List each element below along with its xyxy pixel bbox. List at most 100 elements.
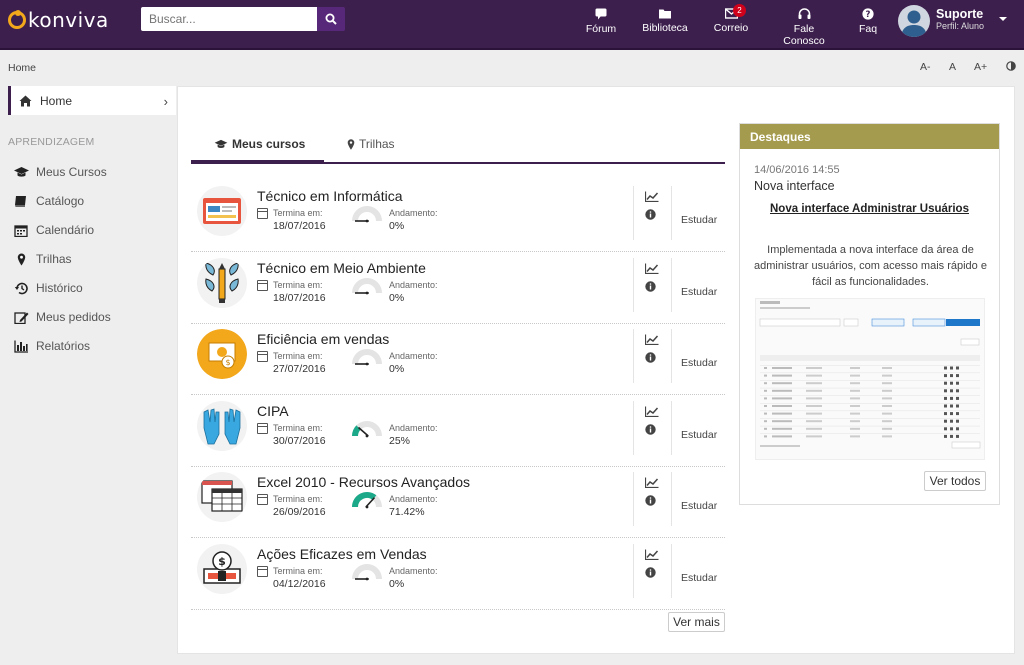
info-icon[interactable] bbox=[645, 280, 656, 295]
highlight-link[interactable]: Nova interface Administrar Usuários bbox=[740, 203, 999, 215]
estudar-button[interactable]: Estudar bbox=[681, 214, 717, 226]
bar-chart-icon bbox=[14, 340, 28, 353]
sidebar-item-relatorios[interactable]: Relatórios bbox=[14, 339, 90, 353]
user-menu-caret-icon[interactable] bbox=[999, 17, 1007, 21]
sidebar-home-label: Home bbox=[40, 93, 73, 108]
nav-correio-label: Correio bbox=[713, 22, 749, 34]
avatar[interactable] bbox=[898, 5, 930, 37]
course-row[interactable]: $ Eficiência em vendas Termina em: 27/07… bbox=[191, 323, 725, 395]
breadcrumb[interactable]: Home bbox=[8, 62, 36, 74]
course-row[interactable]: Técnico em Meio Ambiente Termina em: 18/… bbox=[191, 252, 725, 324]
sidebar-item-meus-cursos[interactable]: Meus Cursos bbox=[14, 165, 107, 179]
nav-correio[interactable]: 2 Correio bbox=[712, 4, 750, 34]
end-date-label: Termina em: bbox=[273, 494, 323, 504]
font-reset-button[interactable]: A bbox=[949, 61, 956, 73]
question-circle-icon: ? bbox=[862, 8, 874, 20]
estudar-button[interactable]: Estudar bbox=[681, 500, 717, 512]
ver-mais-button[interactable]: Ver mais bbox=[668, 612, 725, 632]
course-thumbnail[interactable] bbox=[197, 186, 247, 236]
sidebar-item-label: Meus pedidos bbox=[36, 310, 111, 324]
tab-label: Trilhas bbox=[359, 137, 395, 151]
progress-label: Andamento: bbox=[389, 208, 438, 218]
progress-label: Andamento: bbox=[389, 279, 438, 290]
konviva-logo[interactable]: konviva bbox=[8, 8, 109, 32]
sidebar-item-label: Relatórios bbox=[36, 339, 91, 353]
sidebar-item-label: Histórico bbox=[36, 281, 83, 295]
stats-chart-icon[interactable] bbox=[644, 334, 659, 348]
estudar-button[interactable]: Estudar bbox=[681, 286, 717, 298]
estudar-button[interactable]: Estudar bbox=[681, 572, 717, 584]
sidebar-item-label: Catálogo bbox=[36, 194, 85, 208]
sidebar-item-meus-pedidos[interactable]: Meus pedidos bbox=[14, 310, 111, 324]
mail-count-badge: 2 bbox=[733, 4, 746, 17]
logo-mark-icon bbox=[8, 10, 26, 29]
sidebar-item-historico[interactable]: Histórico bbox=[14, 281, 83, 295]
course-thumbnail[interactable]: $ bbox=[197, 543, 247, 594]
stats-chart-icon[interactable] bbox=[644, 191, 659, 205]
tab-trilhas[interactable]: Trilhas bbox=[347, 137, 395, 151]
info-icon[interactable] bbox=[645, 352, 656, 366]
nav-forum[interactable]: Fórum bbox=[585, 8, 617, 35]
course-thumbnail[interactable]: $ bbox=[197, 329, 247, 379]
sidebar-item-home[interactable]: Home › bbox=[8, 86, 176, 115]
end-date-label: Termina em: bbox=[273, 351, 323, 361]
svg-text:?: ? bbox=[866, 10, 871, 20]
course-row[interactable]: $ Ações Eficazes em Vendas Termina em: 0… bbox=[191, 538, 725, 610]
sidebar-item-catalogo[interactable]: Catálogo bbox=[14, 194, 84, 208]
sidebar-item-calendario[interactable]: Calendário bbox=[14, 223, 94, 237]
stats-chart-icon[interactable] bbox=[644, 549, 659, 563]
divider bbox=[633, 329, 634, 383]
calendar-icon bbox=[257, 279, 268, 291]
svg-text:$: $ bbox=[225, 358, 230, 367]
contrast-toggle[interactable] bbox=[1006, 61, 1016, 74]
estudar-button[interactable]: Estudar bbox=[681, 357, 717, 369]
course-thumbnail[interactable] bbox=[197, 400, 247, 451]
stats-chart-icon[interactable] bbox=[644, 263, 659, 277]
info-icon[interactable] bbox=[645, 423, 656, 438]
tab-meus-cursos[interactable]: Meus cursos bbox=[214, 137, 305, 151]
course-thumbnail[interactable] bbox=[197, 472, 247, 522]
nav-faq[interactable]: ? Faq bbox=[857, 8, 879, 35]
course-title[interactable]: Ações Eficazes em Vendas bbox=[257, 546, 427, 562]
end-date-label: Termina em: bbox=[273, 208, 323, 218]
course-title[interactable]: Técnico em Meio Ambiente bbox=[257, 260, 426, 276]
end-date-value: 18/07/2016 bbox=[273, 220, 326, 232]
info-icon[interactable] bbox=[645, 495, 656, 509]
estudar-button[interactable]: Estudar bbox=[681, 429, 717, 441]
divider bbox=[671, 400, 672, 455]
sidebar-section-label: APRENDIZAGEM bbox=[8, 136, 95, 148]
course-row[interactable]: CIPA Termina em: 30/07/2016 Andamento: 2… bbox=[191, 395, 725, 467]
ver-todos-button[interactable]: Ver todos bbox=[924, 471, 986, 491]
progress-gauge bbox=[352, 349, 382, 366]
highlight-screenshot-thumbnail[interactable] bbox=[755, 298, 985, 460]
search-icon bbox=[325, 13, 337, 25]
nav-biblioteca[interactable]: Biblioteca bbox=[641, 8, 689, 34]
course-thumbnail[interactable] bbox=[197, 257, 247, 308]
font-increase-button[interactable]: A+ bbox=[974, 61, 987, 73]
info-icon[interactable] bbox=[645, 209, 656, 223]
course-row[interactable]: Técnico em Informática Termina em: 18/07… bbox=[191, 180, 725, 252]
graduation-cap-icon bbox=[14, 166, 29, 177]
book-icon bbox=[15, 195, 26, 207]
stats-chart-icon[interactable] bbox=[644, 406, 659, 420]
user-name[interactable]: Suporte bbox=[936, 7, 983, 21]
nav-biblioteca-label: Biblioteca bbox=[642, 22, 688, 34]
sidebar-item-label: Calendário bbox=[36, 223, 95, 237]
search-button[interactable] bbox=[317, 7, 345, 31]
contrast-icon bbox=[1006, 61, 1016, 71]
search-input[interactable] bbox=[141, 7, 317, 31]
end-date-label: Termina em: bbox=[273, 565, 323, 576]
progress-value: 25% bbox=[389, 434, 411, 447]
course-row[interactable]: Excel 2010 - Recursos Avançados Termina … bbox=[191, 466, 725, 538]
info-icon[interactable] bbox=[645, 566, 656, 581]
sidebar-item-label: Trilhas bbox=[36, 252, 72, 266]
stats-chart-icon[interactable] bbox=[644, 477, 659, 491]
calendar-icon bbox=[257, 351, 268, 362]
calendar-icon bbox=[257, 494, 268, 505]
sidebar-item-trilhas[interactable]: Trilhas bbox=[14, 252, 72, 266]
progress-label: Andamento: bbox=[389, 565, 438, 576]
font-decrease-button[interactable]: A- bbox=[920, 61, 931, 73]
map-marker-icon bbox=[17, 253, 26, 265]
nav-fale-conosco[interactable]: Fale Conosco bbox=[772, 8, 836, 47]
course-title[interactable]: CIPA bbox=[257, 403, 289, 419]
